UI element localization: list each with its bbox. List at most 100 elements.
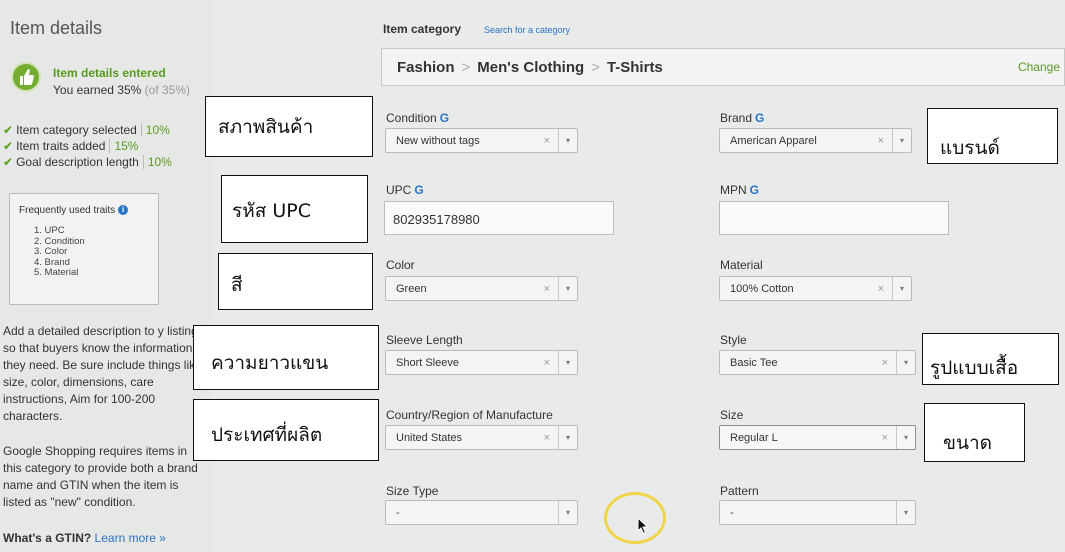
checklist-pct: 15%: [109, 139, 139, 153]
clear-icon[interactable]: ×: [544, 432, 550, 444]
chevron-down-icon[interactable]: ▾: [558, 277, 577, 300]
breadcrumb: Fashion > Men's Clothing > T-Shirts: [397, 59, 663, 76]
material-value: 100% Cotton: [730, 283, 794, 295]
info-icon[interactable]: i: [118, 205, 129, 216]
chevron-down-icon[interactable]: ▾: [892, 277, 911, 300]
overlay-label-upc: รหัส UPC: [221, 175, 368, 243]
learn-more-link[interactable]: Learn more »: [95, 531, 166, 545]
chevron-down-icon[interactable]: ▾: [558, 501, 577, 524]
clear-icon[interactable]: ×: [882, 357, 888, 369]
gtin-help: What's a GTIN? Learn more »: [3, 531, 166, 545]
overlay-label-brand: แบรนด์: [927, 108, 1058, 164]
sleeve-length-value: Short Sleeve: [396, 357, 459, 369]
pattern-select[interactable]: - ▾: [719, 500, 916, 525]
color-value: Green: [396, 283, 427, 295]
size-type-select[interactable]: - ▾: [385, 500, 578, 525]
checklist-pct: 10%: [142, 155, 172, 169]
chevron-down-icon[interactable]: ▾: [558, 129, 577, 152]
overlay-text: สภาพสินค้า: [218, 116, 314, 138]
upc-value: 802935178980: [393, 212, 480, 227]
overlay-text: สี: [231, 274, 243, 296]
chevron-down-icon[interactable]: ▾: [558, 426, 577, 449]
size-value: Regular L: [730, 432, 778, 444]
item-details-sidebar: Item details Item details entered You ea…: [0, 0, 212, 552]
overlay-text: ประเทศที่ผลิต: [211, 424, 323, 446]
traits-title-text: Frequently used traits: [19, 205, 116, 216]
trait-item: 1. UPC: [34, 225, 65, 236]
trait-item: 5. Material: [34, 267, 79, 278]
upc-label-text: UPC: [386, 183, 412, 197]
overlay-text: ความยาวแขน: [211, 352, 329, 374]
upc-label: UPC G: [386, 183, 424, 197]
status-title: Item details entered: [53, 66, 166, 80]
category-breadcrumb: Fashion > Men's Clothing > T-Shirts Change: [381, 48, 1065, 86]
mpn-input[interactable]: [719, 201, 949, 235]
thumbs-up-icon: [11, 62, 41, 92]
size-type-label: Size Type: [386, 484, 439, 498]
search-category-link[interactable]: Search for a category: [484, 25, 570, 35]
country-label: Country/Region of Manufacture: [386, 408, 553, 422]
overlay-label-sleeve: ความยาวแขน: [193, 325, 379, 390]
checklist-label: Item traits added: [16, 139, 106, 153]
item-category-label: Item category: [383, 22, 462, 36]
sleeve-length-select[interactable]: Short Sleeve × ▾: [385, 350, 578, 375]
condition-label-text: Condition: [386, 111, 437, 125]
clear-icon[interactable]: ×: [878, 135, 884, 147]
color-label: Color: [386, 258, 415, 272]
checklist-label: Item category selected: [16, 123, 137, 137]
breadcrumb-separator: >: [591, 59, 600, 76]
overlay-text: แบรนด์: [940, 137, 1000, 159]
chevron-down-icon[interactable]: ▾: [896, 426, 915, 449]
chevron-down-icon[interactable]: ▾: [558, 351, 577, 374]
clear-icon[interactable]: ×: [878, 283, 884, 295]
earned-text: You earned 35% (of 35%): [53, 83, 190, 97]
chevron-down-icon[interactable]: ▾: [896, 351, 915, 374]
checklist-item: ✔ Item category selected 10%: [3, 122, 172, 138]
frequent-traits-box: Frequently used traits i 1. UPC 2. Condit…: [9, 193, 159, 305]
chevron-down-icon[interactable]: ▾: [892, 129, 911, 152]
earned-value: You earned 35%: [53, 83, 142, 97]
upc-input[interactable]: 802935178980: [384, 201, 614, 235]
country-select[interactable]: United States × ▾: [385, 425, 578, 450]
brand-select[interactable]: American Apparel × ▾: [719, 128, 912, 153]
size-select[interactable]: Regular L × ▾: [719, 425, 916, 450]
checklist-label: Goal description length: [16, 155, 139, 169]
overlay-label-style: รูปแบบเสื้อ: [922, 333, 1059, 385]
traits-list: 1. UPC 2. Condition 3. Color 4. Brand 5.…: [34, 225, 85, 279]
material-select[interactable]: 100% Cotton × ▾: [719, 276, 912, 301]
size-label: Size: [720, 408, 744, 422]
brand-value: American Apparel: [730, 135, 817, 147]
overlay-label-color: สี: [218, 253, 373, 310]
condition-select[interactable]: New without tags × ▾: [385, 128, 578, 153]
google-icon: G: [414, 183, 424, 197]
style-value: Basic Tee: [730, 357, 778, 369]
google-icon: G: [439, 111, 450, 125]
mpn-label-text: MPN: [720, 183, 747, 197]
overlay-label-size: ขนาด: [924, 403, 1025, 462]
condition-label: Condition G: [386, 111, 449, 125]
earned-total: (of 35%): [141, 83, 190, 97]
overlay-text: ขนาด: [943, 432, 992, 454]
brand-label: Brand G: [720, 111, 764, 125]
style-select[interactable]: Basic Tee × ▾: [719, 350, 916, 375]
checklist-pct: 10%: [140, 123, 170, 137]
overlay-label-country: ประเทศที่ผลิต: [193, 399, 379, 461]
pattern-value: -: [730, 507, 734, 519]
clear-icon[interactable]: ×: [544, 135, 550, 147]
check-icon: ✔: [3, 155, 14, 169]
chevron-down-icon[interactable]: ▾: [896, 501, 915, 524]
brand-label-text: Brand: [720, 111, 753, 125]
color-select[interactable]: Green × ▾: [385, 276, 578, 301]
check-icon: ✔: [3, 123, 14, 137]
clear-icon[interactable]: ×: [544, 357, 550, 369]
description-help: Add a detailed description to y listing …: [3, 324, 202, 423]
trait-item: 3. Color: [34, 246, 68, 257]
clear-icon[interactable]: ×: [882, 432, 888, 444]
clear-icon[interactable]: ×: [544, 283, 550, 295]
change-category-link[interactable]: Change: [1018, 60, 1060, 74]
breadcrumb-fashion: Fashion: [397, 59, 455, 76]
sleeve-length-label: Sleeve Length: [386, 333, 463, 347]
mouse-pointer-icon: [637, 517, 649, 535]
goal-checklist: ✔ Item category selected 10% ✔ Item traits …: [3, 122, 172, 170]
size-type-value: -: [396, 507, 400, 519]
